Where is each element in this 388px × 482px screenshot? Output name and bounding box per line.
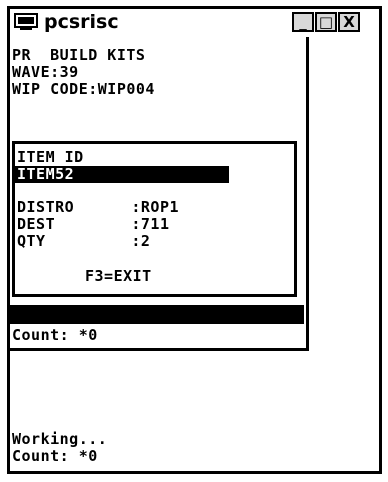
wave-label: WAVE:39 [12,63,79,81]
command-input-bar[interactable] [10,305,304,324]
terminal-inner-frame: PR BUILD KITS WAVE:39 WIP CODE:WIP004 IT… [10,37,309,351]
distro-row: DISTRO :ROP1 [17,198,180,216]
working-status: Working... [12,430,108,448]
count-upper: Count: *0 [12,326,98,344]
minimize-button[interactable]: _ [292,12,314,32]
screen-heading: PR BUILD KITS [12,46,146,64]
item-id-label: ITEM ID [17,148,84,166]
count-lower: Count: *0 [12,447,98,465]
window-title: pcsrisc [44,11,119,33]
exit-hint[interactable]: F3=EXIT [85,268,152,285]
terminal-screen[interactable]: PR BUILD KITS WAVE:39 WIP CODE:WIP004 IT… [10,37,379,471]
item-id-field[interactable]: ITEM52 [15,166,229,183]
item-id-value: ITEM52 [17,165,75,183]
wip-code-label: WIP CODE:WIP004 [12,80,155,98]
item-dialog: ITEM ID ITEM52 DISTRO :ROP1 DEST :711 QT… [12,141,297,297]
terminal-app-icon [14,13,38,30]
close-button[interactable]: X [338,12,360,32]
maximize-button[interactable]: □ [315,12,337,32]
terminal-window: pcsrisc _ □ X PR BUILD KITS WAVE:39 WIP … [7,6,382,474]
qty-row: QTY :2 [17,232,151,250]
title-bar[interactable]: pcsrisc _ □ X [10,9,379,37]
dest-row: DEST :711 [17,215,170,233]
